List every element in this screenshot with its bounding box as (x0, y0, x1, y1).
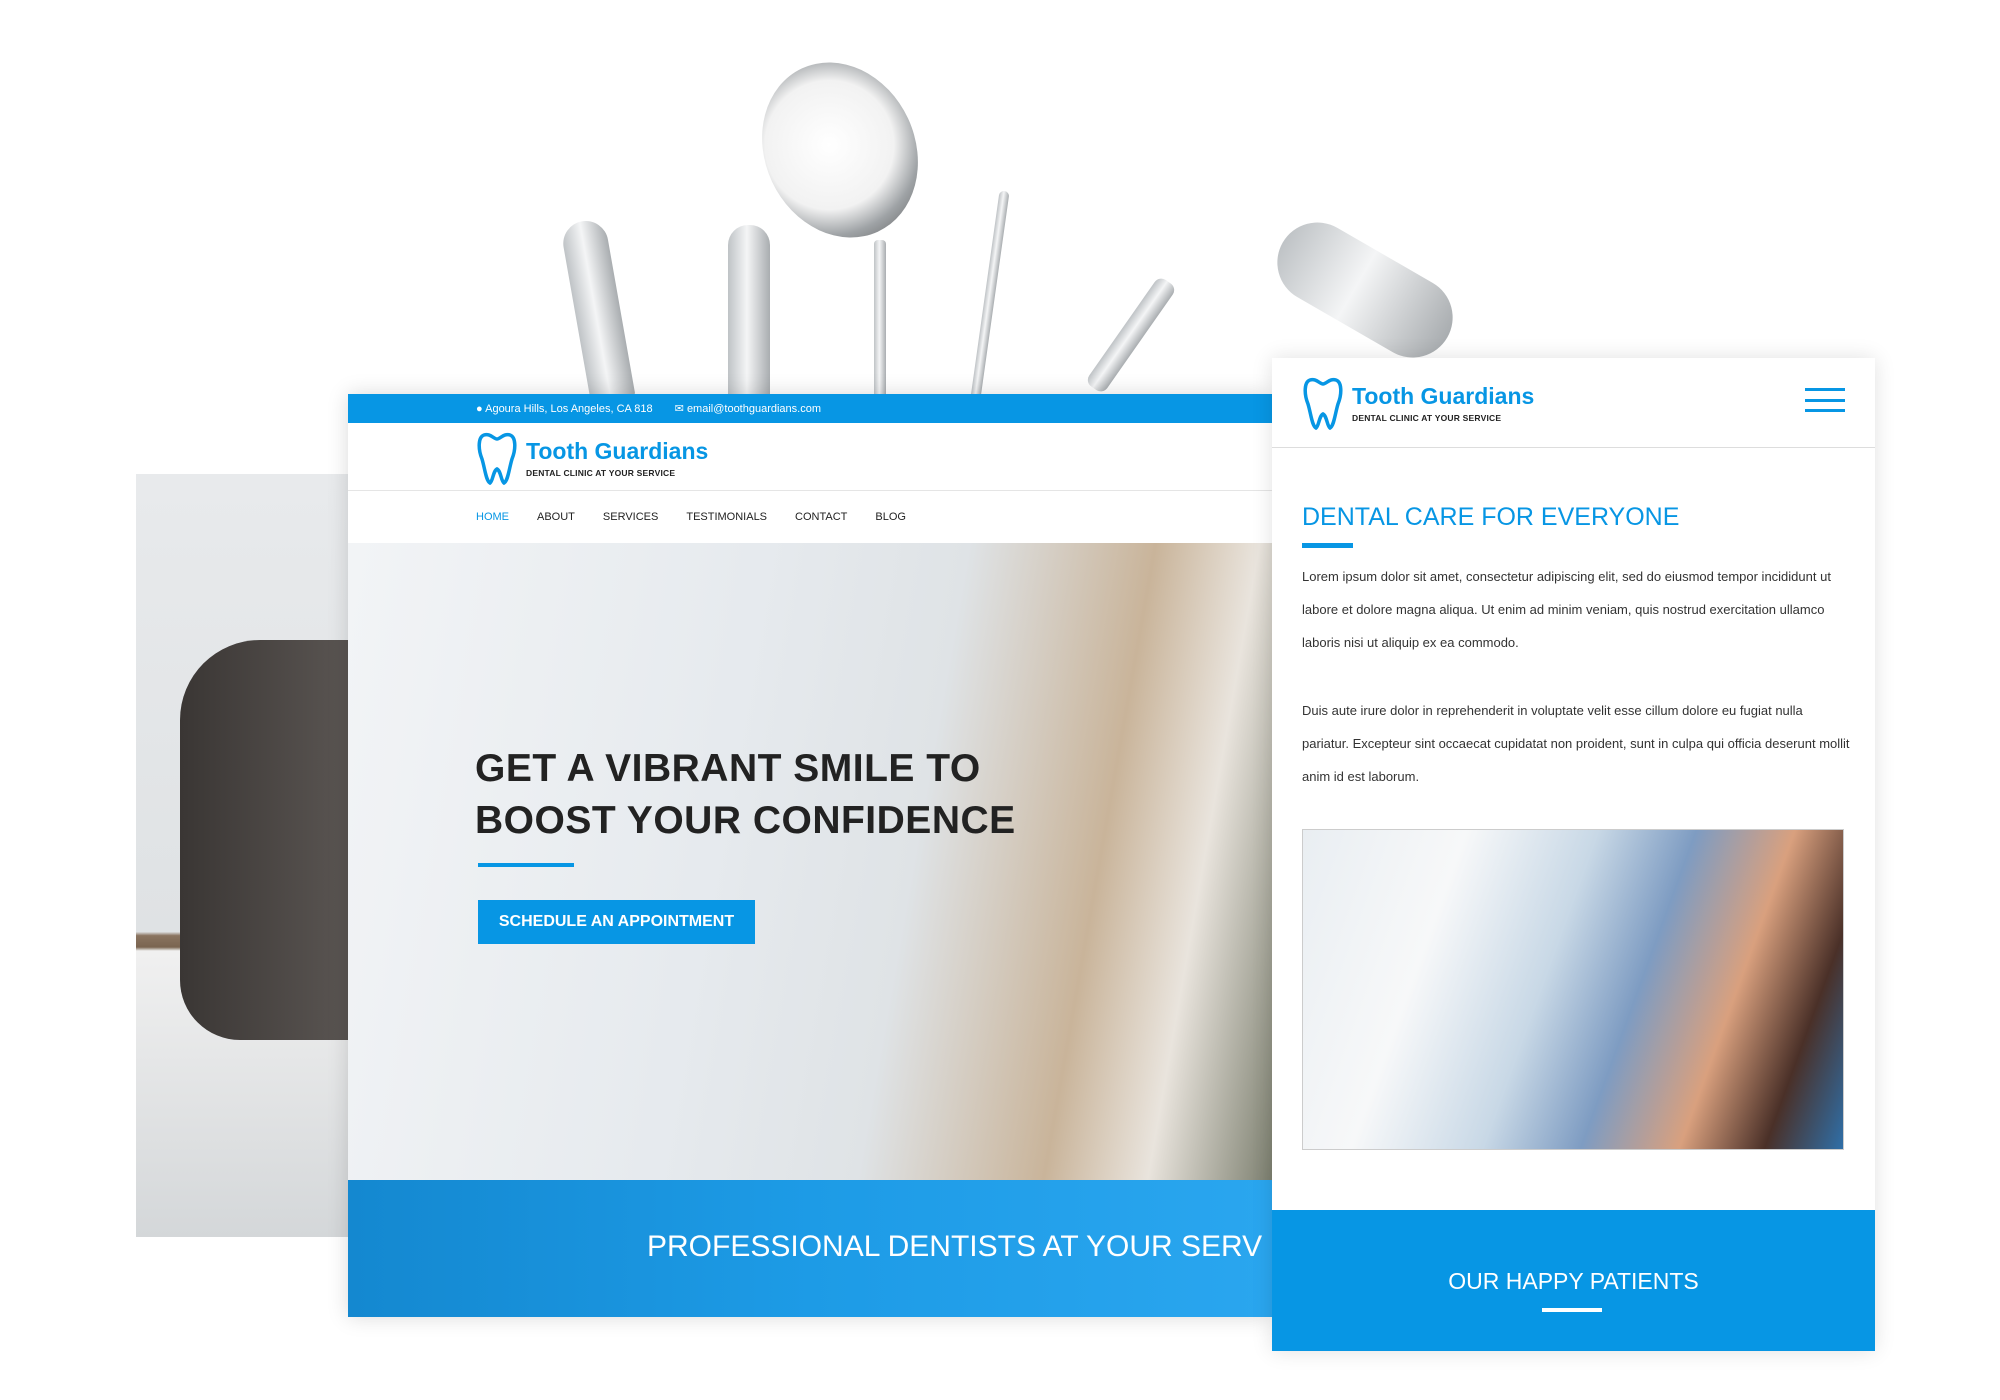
top-contact-bar: ● Agoura Hills, Los Angeles, CA 818 ✉ em… (348, 394, 1272, 423)
dental-instrument-blade (559, 217, 636, 403)
dental-chair-image (180, 640, 348, 1040)
dentist-patient-photo (1302, 829, 1844, 1150)
nav-home[interactable]: HOME (476, 511, 509, 523)
nav-services[interactable]: SERVICES (603, 511, 658, 523)
address-item: ● Agoura Hills, Los Angeles, CA 818 (476, 402, 653, 415)
mobile-mockup: Tooth Guardians DENTAL CLINIC AT YOUR SER… (1272, 358, 1875, 1351)
nav-contact[interactable]: CONTACT (795, 511, 847, 523)
nav-about[interactable]: ABOUT (537, 511, 575, 523)
logo[interactable]: Tooth Guardians DENTAL CLINIC AT YOUR SER… (476, 431, 708, 485)
schedule-appointment-button[interactable]: SCHEDULE AN APPOINTMENT (478, 900, 755, 944)
dental-tweezers (1084, 275, 1178, 395)
professional-band: PROFESSIONAL DENTISTS AT YOUR SERV (348, 1180, 1272, 1317)
dental-probe (970, 190, 1010, 400)
hero-section: GET A VIBRANT SMILE TO BOOST YOUR CONFIDE… (348, 543, 1272, 1180)
hero-title: GET A VIBRANT SMILE TO BOOST YOUR CONFIDE… (475, 747, 1016, 842)
band-divider (1542, 1308, 1602, 1312)
map-pin-icon: ● (476, 402, 483, 415)
nav-blog[interactable]: BLOG (875, 511, 906, 523)
dental-drill (1262, 207, 1468, 373)
email-item[interactable]: ✉ email@toothguardians.com (675, 402, 821, 415)
nav-testimonials[interactable]: TESTIMONIALS (686, 511, 767, 523)
desktop-mockup: ● Agoura Hills, Los Angeles, CA 818 ✉ em… (348, 394, 1272, 1317)
hero-divider (478, 863, 574, 867)
tooth-logo-icon (477, 432, 517, 485)
dental-mirror-icon (733, 36, 947, 264)
mobile-header: Tooth Guardians DENTAL CLINIC AT YOUR SER… (1272, 358, 1875, 448)
envelope-icon: ✉ (674, 403, 684, 415)
section-title: DENTAL CARE FOR EVERYONE (1302, 503, 1680, 531)
dental-mirror-handle (874, 240, 886, 400)
happy-patients-band: OUR HAPPY PATIENTS (1272, 1210, 1875, 1351)
dental-instrument-spatula (728, 225, 770, 400)
paragraph: Lorem ipsum dolor sit amet, consectetur … (1302, 569, 1831, 650)
paragraph: Duis aute irure dolor in reprehenderit i… (1302, 703, 1850, 784)
mobile-logo[interactable]: Tooth Guardians DENTAL CLINIC AT YOUR SER… (1302, 376, 1534, 430)
site-header: Tooth Guardians DENTAL CLINIC AT YOUR SER… (348, 423, 1272, 491)
hamburger-icon[interactable] (1805, 388, 1845, 412)
main-nav: HOME ABOUT SERVICES TESTIMONIALS CONTACT… (476, 491, 906, 543)
section-divider (1302, 543, 1353, 548)
tooth-logo-icon (1303, 377, 1343, 430)
